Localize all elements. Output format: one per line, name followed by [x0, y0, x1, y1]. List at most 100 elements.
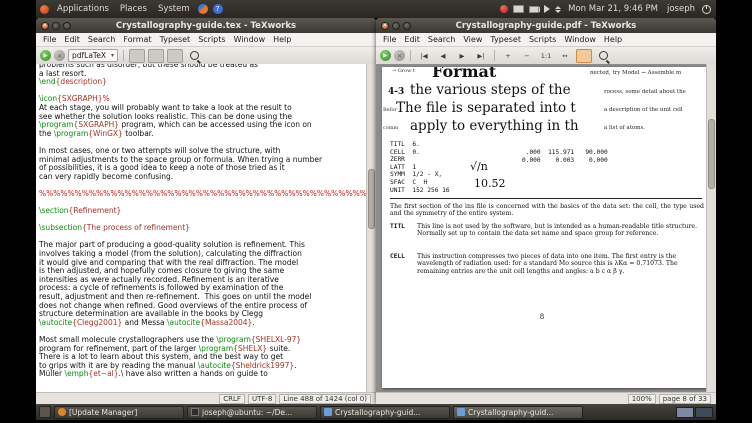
pdf-definition-item: TITL This line is not used by the softwa… — [390, 223, 704, 238]
menu-help[interactable]: Help — [600, 34, 626, 45]
zoom-out-icon[interactable]: − — [519, 49, 535, 63]
zoom-in-icon[interactable]: + — [500, 49, 516, 63]
menubar: File Edit Search Format Typeset Scripts … — [36, 33, 376, 47]
user-menu[interactable]: joseph — [665, 4, 697, 14]
actual-size-icon[interactable]: 1:1 — [538, 49, 554, 63]
menu-search[interactable]: Search — [424, 34, 459, 45]
firefox-icon[interactable] — [197, 4, 208, 14]
taskbar-button-update-manager[interactable]: [Update Manager] — [54, 405, 184, 419]
menu-view[interactable]: View — [459, 34, 486, 45]
pdf-fragment: the various steps of the — [410, 82, 571, 98]
battery-icon[interactable] — [529, 5, 540, 13]
clock[interactable]: Mon Mar 21, 9:46 PM — [566, 4, 660, 14]
maximize-button[interactable] — [63, 21, 71, 30]
close-button[interactable]: × — [381, 21, 389, 30]
menu-help[interactable]: Help — [269, 34, 295, 45]
menu-scripts[interactable]: Scripts — [194, 34, 229, 45]
hand-tool-icon[interactable] — [576, 48, 592, 63]
editor-scrollbar[interactable] — [366, 64, 376, 393]
open-file-icon[interactable] — [148, 48, 165, 63]
new-file-icon[interactable] — [129, 48, 146, 63]
menu-search[interactable]: Search — [84, 34, 119, 45]
stop-typeset-button[interactable]: × — [54, 50, 65, 61]
previous-page-icon[interactable]: ◀ — [435, 49, 451, 63]
titlebar[interactable]: × Crystallography-guide.pdf - TeXworks — [376, 18, 716, 33]
source-editor[interactable]: problems such as disorder, but these sho… — [36, 64, 367, 393]
pdf-page[interactable]: → Grow t Format nected, try Model → Asse… — [382, 67, 707, 388]
scrollbar-thumb[interactable] — [368, 169, 375, 229]
text-line: 0.000 0.003 0.000 — [522, 156, 608, 164]
pdf-paragraph: The first section of the ins file is con… — [390, 203, 704, 218]
ins-file-numbers: .000 115.971 90.000 0.000 0.003 0.000 — [522, 149, 608, 164]
menu-edit[interactable]: Edit — [60, 34, 84, 45]
menu-window[interactable]: Window — [560, 34, 600, 45]
window-title: Crystallography-guide.tex - TeXworks — [115, 20, 297, 31]
menu-typeset[interactable]: Typeset — [156, 34, 195, 45]
pdf-fragment: Befor — [383, 107, 397, 113]
menu-edit[interactable]: Edit — [400, 34, 424, 45]
taskbar-button-texworks-source[interactable]: Crystallography-guid... — [320, 405, 450, 419]
taskbar-button-label: [Update Manager] — [69, 407, 138, 417]
statusbar: CRLF UTF-8 Line 488 of 1424 (col 0) — [36, 392, 376, 404]
typeset-button[interactable]: ▶ — [380, 50, 391, 61]
minimize-button[interactable] — [392, 21, 400, 30]
texworks-icon — [457, 408, 465, 416]
workspace-1[interactable] — [676, 406, 694, 418]
pdf-scrollbar[interactable] — [706, 64, 716, 393]
stop-typeset-button[interactable]: × — [394, 50, 405, 61]
mail-icon[interactable] — [513, 5, 525, 13]
scrollbar-thumb[interactable] — [708, 119, 715, 189]
system-menu[interactable]: System — [155, 2, 193, 16]
toolbar: ▶ × pdfLaTeX ▾ — [36, 47, 376, 65]
user-name: joseph — [666, 4, 695, 14]
titlebar[interactable]: × Crystallography-guide.tex - TeXworks — [36, 18, 376, 33]
update-notifier-icon[interactable] — [500, 5, 509, 13]
menu-file[interactable]: File — [379, 34, 400, 45]
chevron-down-icon: ▾ — [111, 52, 115, 59]
network-icon[interactable] — [555, 5, 562, 13]
menu-scripts[interactable]: Scripts — [525, 34, 560, 45]
texworks-pdf-window: × Crystallography-guide.pdf - TeXworks F… — [376, 18, 716, 404]
magnifier-glyph — [189, 51, 201, 64]
pdf-fragment: comm — [383, 125, 399, 131]
volume-icon[interactable] — [544, 5, 551, 13]
menu-file[interactable]: File — [39, 34, 60, 45]
text-line: CELL 0. — [390, 148, 420, 156]
applications-menu[interactable]: Applications — [54, 2, 112, 16]
taskbar-button-texworks-pdf[interactable]: Crystallography-guid... — [453, 405, 583, 419]
show-desktop-icon[interactable] — [39, 406, 51, 418]
typeset-button[interactable]: ▶ — [40, 50, 51, 61]
menu-typeset[interactable]: Typeset — [486, 34, 525, 45]
taskbar: [Update Manager] joseph@ubuntu: ~/De... … — [36, 404, 716, 420]
maximize-button[interactable] — [403, 21, 411, 30]
pdf-view[interactable]: → Grow t Format nected, try Model → Asse… — [376, 64, 707, 393]
last-page-icon[interactable]: ▶| — [473, 49, 489, 63]
toolbar: ▶ × |◀ ◀ ▶ ▶| + − 1:1 ↔ — [376, 47, 716, 65]
text-line: \autocite{Clegg2001} and Messa \autocite… — [39, 317, 255, 327]
find-icon[interactable] — [186, 49, 202, 64]
pdf-fragment: a list of atoms. — [604, 125, 646, 131]
help-icon[interactable]: ? — [212, 4, 223, 14]
workspace-2[interactable] — [695, 406, 713, 418]
format-selector[interactable]: pdfLaTeX ▾ — [68, 49, 119, 62]
menu-format[interactable]: Format — [119, 34, 155, 45]
fit-width-icon[interactable]: ↔ — [557, 49, 573, 63]
ubuntu-logo-icon[interactable] — [40, 4, 49, 14]
text-line: ZERR — [390, 156, 405, 164]
magnifier-tool-icon[interactable] — [595, 49, 611, 64]
minimize-button[interactable] — [52, 21, 60, 30]
pdf-fragment: 10.52 — [474, 177, 506, 190]
text-line: the \program{WinGX} toolbar. — [39, 128, 154, 138]
text-line: TITL 6. — [390, 141, 420, 148]
menu-window[interactable]: Window — [230, 34, 270, 45]
taskbar-button-label: joseph@ubuntu: ~/De... — [202, 407, 293, 417]
cursor-position-indicator: Line 488 of 1424 (col 0) — [279, 393, 371, 404]
places-menu[interactable]: Places — [117, 2, 150, 16]
next-page-icon[interactable]: ▶ — [454, 49, 470, 63]
power-icon[interactable] — [702, 4, 711, 14]
pdf-fragment: rocess, some detail about the — [604, 89, 686, 95]
close-button[interactable]: × — [41, 21, 49, 30]
save-file-icon[interactable] — [167, 48, 184, 63]
first-page-icon[interactable]: |◀ — [416, 49, 432, 63]
taskbar-button-terminal[interactable]: joseph@ubuntu: ~/De... — [187, 405, 317, 419]
